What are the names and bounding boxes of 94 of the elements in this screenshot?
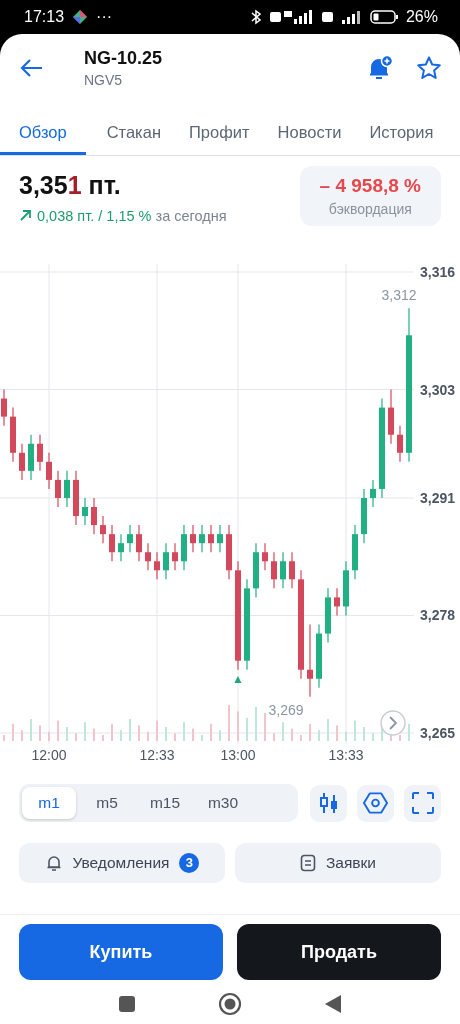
battery-icon bbox=[369, 10, 398, 24]
candle bbox=[172, 542, 178, 571]
candle bbox=[100, 515, 106, 544]
ticker-code: NGV5 bbox=[84, 71, 124, 88]
candle bbox=[343, 560, 349, 616]
axis-label: 12:33 bbox=[139, 746, 175, 763]
notifications-button[interactable]: Уведомления 3 bbox=[19, 842, 225, 883]
candle bbox=[316, 623, 322, 688]
candle bbox=[145, 542, 151, 571]
spread-label: бэквордация bbox=[328, 200, 412, 217]
price-label: 3,312 bbox=[381, 286, 417, 303]
battery-percent: 26% bbox=[405, 8, 438, 26]
candle bbox=[370, 478, 376, 508]
arrow-up-right-icon bbox=[19, 209, 32, 223]
candle bbox=[91, 496, 97, 535]
back-icon[interactable] bbox=[324, 994, 342, 1014]
price: 3,351 пт. bbox=[19, 170, 122, 200]
candle bbox=[361, 487, 367, 544]
tab[interactable]: Новости bbox=[270, 101, 349, 155]
candle bbox=[289, 551, 295, 589]
candle bbox=[280, 551, 286, 589]
timeframe-option[interactable]: m1 bbox=[22, 787, 76, 820]
candle bbox=[64, 469, 70, 508]
more-indicator: ··· bbox=[96, 8, 113, 26]
document-icon bbox=[299, 853, 316, 872]
candle bbox=[163, 542, 169, 580]
orders-button[interactable]: Заявки bbox=[235, 842, 441, 883]
candle bbox=[82, 496, 88, 526]
candle bbox=[262, 542, 268, 571]
candle bbox=[73, 469, 79, 526]
candle bbox=[154, 551, 160, 580]
candlestick-icon bbox=[317, 791, 340, 816]
clock: 17:13 bbox=[24, 8, 65, 26]
candle bbox=[19, 442, 25, 481]
axis-label: 12:00 bbox=[31, 746, 67, 763]
axis-label: 3,316 bbox=[419, 263, 455, 280]
candle bbox=[181, 524, 187, 571]
candle bbox=[352, 524, 358, 580]
app-icon bbox=[72, 9, 89, 25]
candle bbox=[46, 451, 52, 490]
settings-icon bbox=[363, 791, 389, 816]
candlestick-chart-button[interactable] bbox=[310, 784, 348, 822]
signal-icon bbox=[269, 10, 314, 24]
tab[interactable]: История bbox=[362, 101, 441, 155]
candle bbox=[1, 388, 7, 426]
favorite-star-button[interactable] bbox=[416, 54, 442, 81]
tab[interactable]: Стакан bbox=[99, 101, 168, 155]
home-icon[interactable] bbox=[218, 992, 242, 1016]
timeframe-option[interactable]: m30 bbox=[196, 787, 250, 820]
candle bbox=[136, 524, 142, 562]
spread-value: – 4 958,8 % bbox=[319, 174, 421, 197]
tab[interactable]: Обзор bbox=[0, 101, 86, 155]
recent-apps-icon[interactable] bbox=[118, 995, 136, 1013]
axis-label: 3,291 bbox=[419, 489, 455, 506]
instrument-title: NG-10.25 bbox=[84, 47, 164, 69]
candle bbox=[388, 388, 394, 444]
axis-label: 3,265 bbox=[419, 724, 455, 741]
candle bbox=[55, 469, 61, 508]
axis-label: 3,303 bbox=[419, 381, 455, 398]
add-alert-button[interactable] bbox=[368, 54, 394, 81]
candle bbox=[37, 433, 43, 471]
buy-button[interactable]: Купить bbox=[19, 924, 223, 981]
candle bbox=[109, 524, 115, 562]
count-badge: 3 bbox=[179, 852, 200, 873]
candle bbox=[226, 524, 232, 580]
tab[interactable]: Профит bbox=[182, 101, 257, 155]
axis-label: 13:00 bbox=[220, 746, 256, 763]
timeframe-option[interactable]: m15 bbox=[138, 787, 192, 820]
daily-change: 0,038 пт. / 1,15 % за сегодня bbox=[37, 207, 227, 224]
timeframe-option[interactable]: m5 bbox=[80, 787, 134, 820]
candle bbox=[28, 433, 34, 481]
candle bbox=[199, 524, 205, 553]
candle bbox=[217, 524, 223, 553]
candle bbox=[208, 524, 214, 553]
candle bbox=[271, 551, 277, 589]
sell-button[interactable]: Продать bbox=[237, 924, 441, 981]
candle bbox=[253, 542, 259, 598]
bluetooth-icon bbox=[249, 9, 262, 25]
candle bbox=[10, 406, 16, 462]
candle bbox=[190, 524, 196, 553]
fullscreen-icon bbox=[410, 791, 435, 816]
fullscreen-button[interactable] bbox=[404, 784, 441, 822]
candle bbox=[118, 533, 124, 562]
axis-label: 13:33 bbox=[328, 746, 364, 763]
candle bbox=[325, 587, 331, 643]
back-button[interactable] bbox=[20, 57, 44, 78]
candle bbox=[334, 587, 340, 616]
price-label: 3,269 bbox=[268, 701, 304, 718]
candle bbox=[127, 524, 133, 553]
signal-icon bbox=[321, 10, 362, 24]
axis-label: 3,278 bbox=[419, 607, 455, 623]
candle bbox=[397, 424, 403, 462]
marker-icon: ▲ bbox=[232, 671, 244, 686]
settings-button[interactable] bbox=[357, 784, 395, 822]
